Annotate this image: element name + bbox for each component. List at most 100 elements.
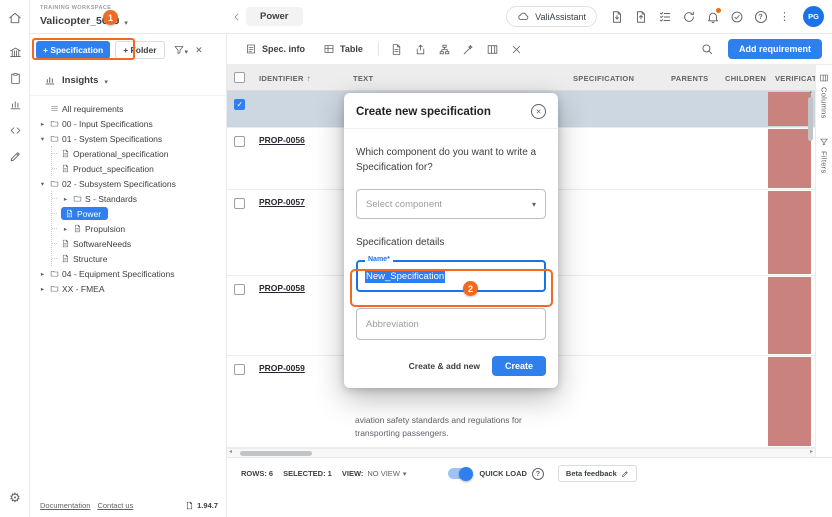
- requirement-id-link[interactable]: PROP-0058: [259, 283, 305, 293]
- chevron-down-icon[interactable]: [124, 12, 128, 30]
- quick-load-toggle[interactable]: [448, 468, 472, 479]
- row-checkbox[interactable]: [234, 198, 245, 209]
- vertical-scrollbar[interactable]: ▴: [807, 91, 814, 448]
- tree-item-00-input-specifications[interactable]: 00 - Input Specifications: [38, 116, 222, 131]
- validation-check-icon[interactable]: [726, 6, 747, 27]
- name-field[interactable]: Name* New_Specification: [356, 260, 546, 292]
- documentation-link[interactable]: Documentation: [40, 501, 90, 510]
- chevron-right-icon[interactable]: [61, 195, 70, 203]
- document-view-icon[interactable]: [386, 38, 408, 60]
- column-header-children[interactable]: CHILDREN: [717, 65, 767, 91]
- contact-us-link[interactable]: Contact us: [97, 501, 133, 510]
- chevron-right-icon[interactable]: [38, 120, 47, 128]
- import-document-icon[interactable]: [630, 6, 651, 27]
- analytics-icon[interactable]: [0, 92, 30, 116]
- column-header-parents[interactable]: PARENTS: [663, 65, 717, 91]
- tree-item-softwareneeds[interactable]: SoftwareNeeds: [52, 236, 222, 251]
- quick-load-help-icon[interactable]: [532, 468, 544, 480]
- home-icon[interactable]: [0, 6, 30, 30]
- insights-section[interactable]: Insights: [30, 65, 226, 96]
- filters-panel-tab[interactable]: Filters: [819, 137, 829, 174]
- create-button[interactable]: Create: [492, 356, 546, 376]
- clipboard-icon[interactable]: [0, 66, 30, 90]
- chevron-down-icon[interactable]: [38, 135, 47, 143]
- open-spec-tab[interactable]: Power: [246, 7, 303, 26]
- hierarchy-icon[interactable]: [434, 38, 456, 60]
- edit-icon[interactable]: [0, 144, 30, 168]
- beta-feedback-button[interactable]: Beta feedback: [558, 465, 637, 482]
- scroll-up-icon[interactable]: ▴: [807, 89, 814, 95]
- export-document-icon[interactable]: [606, 6, 627, 27]
- search-icon[interactable]: [696, 38, 718, 60]
- filter-icon[interactable]: [173, 41, 189, 59]
- column-header-identifier[interactable]: IDENTIFIER: [251, 65, 345, 91]
- help-icon[interactable]: [750, 6, 771, 27]
- close-icon[interactable]: ✕: [531, 104, 546, 119]
- tree-item-02-subsystem-specifications[interactable]: 02 - Subsystem Specifications: [38, 176, 222, 191]
- table-toolbar: Spec. info Table Add requirement: [227, 34, 832, 65]
- row-checkbox[interactable]: [234, 364, 245, 375]
- tree-item-s-standards[interactable]: S - Standards: [52, 191, 222, 206]
- settings-gear-icon[interactable]: ⚙: [0, 485, 30, 509]
- folder-icon: [73, 194, 82, 203]
- select-all-checkbox[interactable]: [234, 72, 245, 83]
- table-view-button[interactable]: Table: [315, 39, 371, 59]
- chevron-right-icon[interactable]: [61, 225, 70, 233]
- magic-wand-icon[interactable]: [458, 38, 480, 60]
- chevron-right-icon[interactable]: [38, 285, 47, 293]
- doc-icon: [65, 209, 74, 218]
- workspace-selector[interactable]: TRAINING WORKSPACE Valicopter_5000: [30, 2, 227, 32]
- column-header-verification[interactable]: VERIFICATION S: [767, 65, 815, 91]
- view-selector[interactable]: NO VIEW: [367, 469, 406, 478]
- cloud-icon: [517, 10, 530, 23]
- row-checkbox[interactable]: [234, 284, 245, 295]
- matrix-icon[interactable]: [482, 38, 504, 60]
- collapse-sidebar-icon[interactable]: [231, 11, 243, 23]
- tree-item-01-system-specifications[interactable]: 01 - System Specifications: [38, 131, 222, 146]
- tree-item-propulsion[interactable]: Propulsion: [52, 221, 222, 236]
- horizontal-scrollbar-thumb[interactable]: [240, 451, 312, 456]
- component-select[interactable]: Select component ▾: [356, 189, 546, 219]
- chevron-down-icon[interactable]: [38, 180, 47, 188]
- component-question: Which component do you want to write a S…: [356, 145, 546, 175]
- scroll-left-icon[interactable]: ◂: [229, 448, 232, 455]
- tree-item-xx-fmea[interactable]: XX - FMEA: [38, 281, 222, 296]
- horizontal-scrollbar[interactable]: ◂ ▸: [227, 448, 815, 457]
- components-icon[interactable]: [0, 40, 30, 64]
- add-requirement-button[interactable]: Add requirement: [728, 39, 822, 59]
- column-header-specification[interactable]: SPECIFICATION: [565, 65, 663, 91]
- column-header-text[interactable]: TEXT: [345, 65, 565, 91]
- code-icon[interactable]: [0, 118, 30, 142]
- abbreviation-field[interactable]: [356, 308, 546, 340]
- tree-item-04-equipment-specifications[interactable]: 04 - Equipment Specifications: [38, 266, 222, 281]
- spec-info-button[interactable]: Spec. info: [237, 39, 313, 59]
- vali-assistant-button[interactable]: ValiAssistant: [506, 6, 597, 27]
- chevron-right-icon[interactable]: [38, 270, 47, 278]
- row-checkbox[interactable]: [234, 136, 245, 147]
- sync-icon[interactable]: [678, 6, 699, 27]
- top-bar: TRAINING WORKSPACE Valicopter_5000 Power…: [30, 0, 832, 34]
- add-folder-button[interactable]: + Folder: [115, 41, 164, 59]
- requirement-id-link[interactable]: PROP-0057: [259, 197, 305, 207]
- avatar[interactable]: PG: [803, 6, 824, 27]
- add-specification-button[interactable]: + Specification: [36, 41, 110, 59]
- clear-view-icon[interactable]: [506, 38, 528, 60]
- tree-item-structure[interactable]: Structure: [52, 251, 222, 266]
- vertical-scrollbar-thumb[interactable]: [808, 97, 813, 141]
- tree-item-product-specification[interactable]: Product_specification: [52, 161, 222, 176]
- create-and-add-new-button[interactable]: Create & add new: [409, 361, 480, 371]
- tree-item-operational-specification[interactable]: Operational_specification: [52, 146, 222, 161]
- requirement-id-link[interactable]: PROP-0056: [259, 135, 305, 145]
- export-icon[interactable]: [410, 38, 432, 60]
- requirement-id-link[interactable]: PROP-0059: [259, 363, 305, 373]
- tree-item-all-requirements[interactable]: All requirements: [38, 101, 222, 116]
- clear-filter-icon[interactable]: ✕: [195, 45, 203, 56]
- row-checkbox[interactable]: [234, 99, 245, 110]
- more-options-icon[interactable]: [774, 6, 795, 27]
- tree-item-power-selected[interactable]: Power: [52, 206, 222, 221]
- task-list-icon[interactable]: [654, 6, 675, 27]
- quick-load-label: QUICK LOAD: [479, 469, 527, 478]
- scroll-right-icon[interactable]: ▸: [810, 448, 813, 455]
- notifications-bell-icon[interactable]: [702, 6, 723, 27]
- columns-panel-tab[interactable]: Columns: [819, 73, 829, 119]
